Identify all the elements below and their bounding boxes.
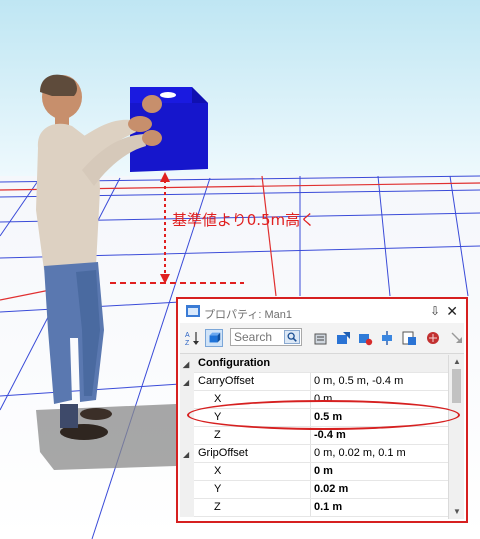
column-divider [310,463,311,480]
export-icon[interactable] [334,329,352,347]
model-icon[interactable] [424,329,442,347]
property-name: Y [214,483,222,495]
property-row[interactable]: X 0 m [180,463,448,481]
property-value[interactable]: -0.4 m [314,429,446,441]
row-gutter [180,463,194,481]
scroll-up-icon[interactable]: ▲ [453,357,461,366]
svg-text:A: A [185,332,190,339]
close-icon[interactable]: ✕ [446,303,458,320]
scroll-thumb[interactable] [452,369,461,403]
height-annotation: 基準値より0.5m高く [172,211,316,229]
column-divider [310,499,311,516]
expand-toggle-icon[interactable]: ◢ [183,378,189,387]
scroll-down-icon[interactable]: ▼ [453,507,461,516]
property-value[interactable]: 0.1 m [314,501,446,513]
search-input[interactable] [234,330,282,344]
sort-alphabetical-icon[interactable]: A Z [184,329,202,347]
row-gutter [180,391,194,409]
property-name: Z [214,429,221,441]
highlight-ellipse [187,400,460,430]
column-divider [310,373,311,390]
expand-toggle-icon[interactable]: ◢ [183,360,189,369]
property-value[interactable]: 0 m, 0.5 m, -0.4 m [314,375,446,387]
categorized-view-icon[interactable] [205,329,223,347]
row-gutter [180,481,194,499]
search-box [230,328,302,346]
arrow-icon[interactable] [448,329,466,347]
property-name: X [214,465,222,477]
property-row[interactable]: ◢ GripOffset 0 m, 0.02 m, 0.1 m [180,445,448,463]
pin-icon[interactable]: ⇩ [430,304,440,318]
properties-window-icon [186,305,200,317]
panel-titlebar[interactable]: プロパティ: Man1 ⇩ ✕ [180,301,464,324]
panel-toolbar: A Z [180,323,464,354]
svg-text:Z: Z [185,340,190,347]
component-delete-icon[interactable] [356,329,374,347]
align-icon[interactable] [378,329,396,347]
property-value[interactable]: 0 m, 0.02 m, 0.1 m [314,447,446,459]
expand-toggle-icon[interactable]: ◢ [183,450,189,459]
property-value[interactable]: 0 m [314,465,446,477]
column-divider [310,445,311,462]
property-name: Z [214,501,221,513]
property-row[interactable]: Z 0.1 m [180,499,448,517]
property-name: Configuration [198,357,271,369]
property-name: CarryOffset [198,375,255,387]
vertical-scrollbar[interactable]: ▲ ▼ [448,355,464,519]
row-gutter [180,427,194,445]
property-grid: ◢ Configuration ◢ CarryOffset 0 m, 0.5 m, -0… [180,355,448,519]
property-row[interactable]: Y 0.02 m [180,481,448,499]
property-row[interactable]: ◢ CarryOffset 0 m, 0.5 m, -0.4 m [180,373,448,391]
property-value[interactable]: 0.02 m [314,483,446,495]
property-name: X [214,393,222,405]
search-icon[interactable] [284,330,300,344]
category-row[interactable]: ◢ Configuration [180,355,448,373]
panel-title: プロパティ: Man1 [204,309,292,321]
row-gutter [180,499,194,517]
document-edit-icon[interactable] [400,329,418,347]
column-divider [310,481,311,498]
property-name: GripOffset [198,447,248,459]
property-edit-icon[interactable] [312,329,330,347]
